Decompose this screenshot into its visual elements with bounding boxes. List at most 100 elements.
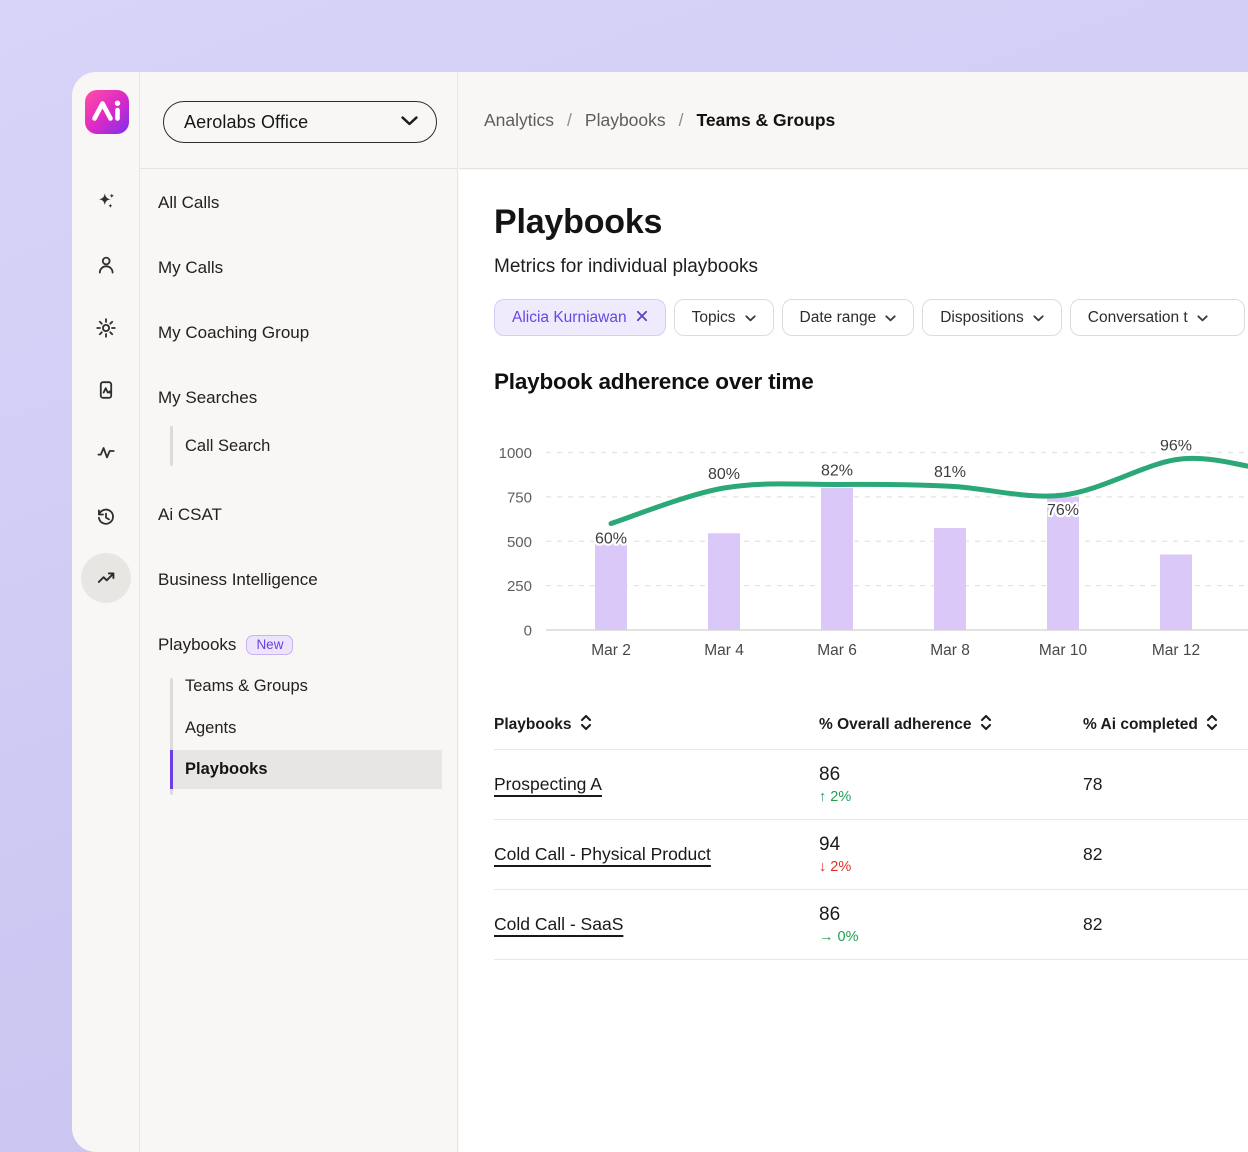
chevron-down-icon bbox=[1033, 309, 1044, 327]
playbook-cell: Cold Call - SaaS bbox=[494, 914, 819, 935]
adherence-delta: ↑ 2% bbox=[819, 789, 1083, 805]
chevron-down-icon bbox=[885, 309, 896, 327]
bar-mar-12 bbox=[1160, 555, 1192, 630]
x-axis-tick: Mar 4 bbox=[704, 642, 744, 659]
line-point-label: 60% bbox=[595, 531, 627, 548]
column-header-label: Playbooks bbox=[494, 716, 572, 734]
x-axis-tick: Mar 6 bbox=[817, 642, 857, 659]
adherence-cell: 86→ 0% bbox=[819, 904, 1083, 945]
sidebar-item-business-intelligence[interactable]: Business Intelligence bbox=[158, 566, 457, 594]
sidebar-subitem-label: Playbooks bbox=[185, 760, 268, 779]
filter-chip-label: Topics bbox=[692, 309, 736, 327]
column-header-ai-completed[interactable]: % Ai completed bbox=[1083, 714, 1248, 736]
playbook-icon[interactable] bbox=[84, 368, 128, 412]
table-row-cold-call-physical-product: Cold Call - Physical Product 94↓ 2%82 bbox=[494, 820, 1248, 890]
column-header-label: % Ai completed bbox=[1083, 716, 1198, 734]
filter-chip-date-range[interactable]: Date range bbox=[782, 299, 915, 336]
filter-bar: Alicia Kurniawan Topics Date range Disposit… bbox=[494, 299, 1245, 336]
sidebar-item-all-calls[interactable]: All Calls bbox=[158, 189, 457, 217]
app-window: Aerolabs Office All Calls My Calls My Coac… bbox=[72, 72, 1248, 1152]
sidebar: Aerolabs Office All Calls My Calls My Coac… bbox=[140, 72, 458, 1152]
sparkles-icon[interactable] bbox=[84, 180, 128, 224]
close-icon[interactable] bbox=[636, 309, 648, 327]
desktop-background: Aerolabs Office All Calls My Calls My Coac… bbox=[0, 0, 1248, 1152]
filter-chip-topics[interactable]: Topics bbox=[674, 299, 774, 336]
sort-icon bbox=[580, 714, 592, 736]
breadcrumb-playbooks[interactable]: Playbooks bbox=[585, 110, 666, 131]
sort-icon bbox=[980, 714, 992, 736]
sidebar-subitem-teams-groups[interactable]: Teams & Groups bbox=[140, 672, 457, 700]
icon-rail bbox=[72, 72, 140, 1152]
playbook-link[interactable]: Cold Call - Physical Product bbox=[494, 844, 711, 864]
line-point-label: 82% bbox=[821, 462, 853, 479]
adherence-value: 94 bbox=[819, 834, 1083, 856]
filter-chip-label: Date range bbox=[800, 309, 877, 327]
history-icon[interactable] bbox=[84, 495, 128, 539]
ai-completed-value: 82 bbox=[1083, 844, 1248, 865]
chart-title: Playbook adherence over time bbox=[494, 369, 814, 395]
bar-mar-6 bbox=[821, 488, 853, 630]
trending-up-icon[interactable] bbox=[81, 553, 131, 603]
sidebar-item-label: Ai CSAT bbox=[158, 505, 222, 525]
bar-mar-4 bbox=[708, 533, 740, 630]
filter-chip-label: Conversation t bbox=[1088, 309, 1188, 327]
filter-chip-alicia-kurniawan[interactable]: Alicia Kurniawan bbox=[494, 299, 666, 336]
sidebar-item-label: Business Intelligence bbox=[158, 570, 318, 590]
adherence-cell: 86 ↑ 2% bbox=[819, 764, 1083, 805]
filter-chip-label: Alicia Kurniawan bbox=[512, 309, 627, 327]
line-point-label: 81% bbox=[934, 464, 966, 481]
new-badge: New bbox=[246, 635, 293, 656]
sidebar-subitem-call-search[interactable]: Call Search bbox=[140, 426, 457, 466]
x-axis-tick: Mar 12 bbox=[1152, 642, 1200, 659]
sidebar-item-label: My Calls bbox=[158, 258, 223, 278]
line-point-label: 96% bbox=[1160, 440, 1192, 455]
table-body: Prospecting A 86 ↑ 2%78 Cold Call - Physica… bbox=[494, 750, 1248, 960]
breadcrumb-separator: / bbox=[679, 110, 684, 131]
column-header-overall-adherence[interactable]: % Overall adherence bbox=[819, 714, 1083, 736]
playbook-link[interactable]: Prospecting A bbox=[494, 774, 602, 794]
chevron-down-icon bbox=[1197, 309, 1208, 327]
adherence-value: 86 bbox=[819, 764, 1083, 786]
playbook-cell: Prospecting A bbox=[494, 774, 819, 795]
breadcrumb-separator: / bbox=[567, 110, 572, 131]
table-row-prospecting-a: Prospecting A 86 ↑ 2%78 bbox=[494, 750, 1248, 820]
breadcrumb-analytics[interactable]: Analytics bbox=[484, 110, 554, 131]
ai-completed-value: 82 bbox=[1083, 914, 1248, 935]
ai-completed-value: 78 bbox=[1083, 774, 1248, 795]
ai-logo bbox=[85, 90, 129, 134]
y-axis-tick: 500 bbox=[507, 534, 532, 551]
sidebar-item-playbooks[interactable]: Playbooks New bbox=[158, 631, 457, 659]
filter-chip-conversation-t[interactable]: Conversation t bbox=[1070, 299, 1245, 336]
bar-mar-8 bbox=[934, 528, 966, 630]
y-axis-tick: 250 bbox=[507, 578, 532, 595]
playbook-cell: Cold Call - Physical Product bbox=[494, 844, 819, 865]
sidebar-subitem-agents[interactable]: Agents bbox=[140, 714, 457, 742]
sidebar-subitem-playbooks[interactable]: Playbooks bbox=[171, 750, 442, 789]
playbook-link[interactable]: Cold Call - SaaS bbox=[494, 914, 623, 934]
y-axis-tick: 750 bbox=[507, 489, 532, 506]
filter-chip-dispositions[interactable]: Dispositions bbox=[922, 299, 1062, 336]
person-icon[interactable] bbox=[84, 243, 128, 287]
sidebar-subitem-label: Agents bbox=[185, 719, 236, 738]
sidebar-subsection-playbooks: Teams & Groups Agents Playbooks bbox=[140, 672, 457, 795]
page-subtitle: Metrics for individual playbooks bbox=[494, 256, 758, 278]
activity-icon[interactable] bbox=[84, 431, 128, 475]
sidebar-item-my-coaching-group[interactable]: My Coaching Group bbox=[158, 319, 457, 347]
sidebar-header: Aerolabs Office bbox=[140, 72, 457, 169]
sidebar-subsection-my-searches: Call Search bbox=[140, 426, 457, 466]
adherence-value: 86 bbox=[819, 904, 1083, 926]
sidebar-item-my-searches[interactable]: My Searches bbox=[158, 384, 457, 412]
sidebar-item-my-calls[interactable]: My Calls bbox=[158, 254, 457, 282]
sidebar-item-ai-csat[interactable]: Ai CSAT bbox=[158, 501, 457, 529]
x-axis-tick: Mar 10 bbox=[1039, 642, 1088, 659]
main-content: Playbooks Metrics for individual playboo… bbox=[459, 170, 1248, 1152]
sidebar-item-label: Playbooks bbox=[158, 635, 236, 655]
gear-icon[interactable] bbox=[84, 306, 128, 350]
column-header-playbooks[interactable]: Playbooks bbox=[494, 714, 819, 736]
adherence-cell: 94↓ 2% bbox=[819, 834, 1083, 875]
breadcrumb-current: Teams & Groups bbox=[697, 110, 836, 131]
breadcrumb: Analytics / Playbooks / Teams & Groups bbox=[484, 110, 835, 131]
workspace-selector[interactable]: Aerolabs Office bbox=[163, 101, 437, 143]
table-row-cold-call-saas: Cold Call - SaaS 86→ 0%82 bbox=[494, 890, 1248, 960]
main-header: Analytics / Playbooks / Teams & Groups bbox=[459, 72, 1248, 169]
